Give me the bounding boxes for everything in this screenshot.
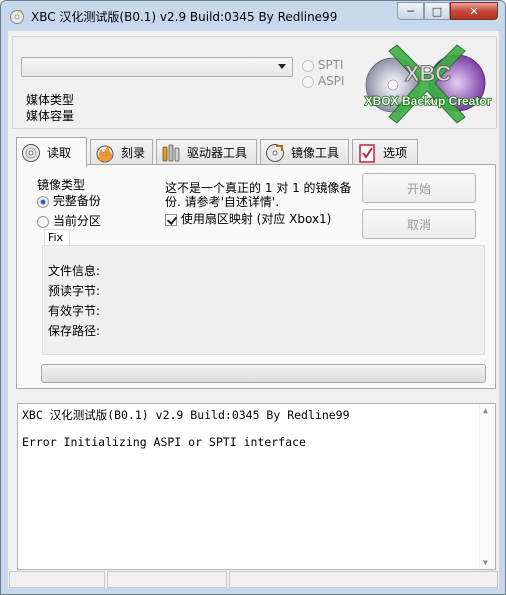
status-segment [107, 571, 227, 588]
image-type-label: 镜像类型 [37, 178, 86, 192]
window-title: XBC 汉化测试版(B0.1) v2.9 Build:0345 By Redli… [31, 10, 338, 24]
drive-select[interactable] [21, 57, 293, 77]
options-checklist-icon [359, 143, 375, 163]
log-line: Error Initializing ASPI or SPTI interfac… [22, 435, 306, 449]
disc-burn-icon [96, 144, 114, 162]
status-bar [8, 569, 499, 588]
tab-burn[interactable]: 刻录 [90, 139, 153, 165]
tab-drive-tools-label: 驱动器工具 [187, 146, 248, 160]
tab-burn-label: 刻录 [121, 146, 146, 160]
save-path-label: 保存路径: [48, 324, 101, 338]
sector-map-check-icon[interactable] [165, 213, 177, 226]
logo-subtitle: XBOX Backup Creator [365, 94, 492, 108]
sector-map-checkbox[interactable]: 使用扇区映射 (对应 Xbox1) [165, 210, 331, 227]
aspi-label: ASPI [317, 74, 345, 88]
preread-bytes-label: 预读字节: [48, 284, 101, 298]
media-type-label: 媒体类型 [26, 93, 75, 107]
drive-tools-icon [162, 144, 180, 161]
fix-tab[interactable]: Fix [44, 229, 70, 245]
scroll-down-icon[interactable]: ▼ [483, 558, 488, 567]
close-icon: ✕ [469, 4, 479, 18]
cancel-button[interactable]: 取消 [362, 209, 476, 239]
valid-bytes-label: 有效字节: [48, 304, 101, 318]
xbc-logo: XBC XBOX Backup Creator [364, 44, 492, 124]
client-area: SPTI ASPI 媒体类型 媒体容量 XBC XBOX Backup Crea… [8, 31, 499, 588]
notice-line-2: 份. 请参考'自述详情'. [165, 195, 280, 209]
full-backup-label: 完整备份 [52, 194, 101, 208]
status-segment [229, 571, 498, 588]
status-segment [9, 571, 105, 588]
start-button[interactable]: 开始 [362, 173, 476, 203]
current-partition-radio-circle[interactable] [37, 215, 49, 228]
log-textbox[interactable]: XBC 汉化测试版(B0.1) v2.9 Build:0345 By Redli… [17, 403, 496, 570]
current-partition-radio[interactable]: 当前分区 [37, 212, 101, 229]
minimize-button[interactable]: ─ [397, 2, 424, 20]
spti-radio-circle[interactable] [302, 59, 314, 72]
tab-read-label: 读取 [47, 146, 72, 160]
read-tab-panel: 镜像类型 完整备份 当前分区 Fix 这不是一个真正的 1 对 1 的镜像备 份… [16, 164, 496, 389]
chevron-down-icon[interactable] [278, 64, 286, 69]
spti-label: SPTI [317, 58, 344, 72]
aspi-radio[interactable]: ASPI [302, 74, 344, 88]
log-line: XBC 汉化测试版(B0.1) v2.9 Build:0345 By Redli… [22, 408, 350, 422]
tab-image-tools-label: 镜像工具 [291, 146, 340, 160]
spti-radio[interactable]: SPTI [302, 58, 344, 72]
file-info-box: 文件信息: 预读字节: 有效字节: 保存路径: [42, 245, 485, 355]
app-icon [10, 9, 24, 24]
tab-strip: 读取 刻录 驱动器工具 镜像工具 选项 [16, 137, 496, 167]
sector-map-label: 使用扇区映射 (对应 Xbox1) [180, 212, 332, 226]
file-info-label: 文件信息: [48, 264, 101, 278]
app-window: XBC 汉化测试版(B0.1) v2.9 Build:0345 By Redli… [0, 0, 506, 595]
image-tools-icon [266, 143, 284, 162]
full-backup-radio[interactable]: 完整备份 [37, 192, 101, 209]
log-scrollbar[interactable]: ▲ ▼ [479, 404, 495, 569]
scroll-up-icon[interactable]: ▲ [483, 406, 488, 415]
tab-drive-tools[interactable]: 驱动器工具 [156, 139, 257, 165]
full-backup-radio-circle[interactable] [37, 195, 49, 208]
aspi-radio-circle[interactable] [302, 75, 314, 88]
maximize-button[interactable]: □ [424, 2, 450, 20]
drive-panel: SPTI ASPI 媒体类型 媒体容量 XBC XBOX Backup Crea… [12, 36, 497, 129]
tab-image-tools[interactable]: 镜像工具 [260, 139, 349, 165]
close-button[interactable]: ✕ [450, 2, 498, 20]
logo-title: XBC [405, 61, 452, 86]
tab-options-label: 选项 [383, 146, 408, 160]
tab-read[interactable]: 读取 [16, 137, 87, 167]
disc-read-icon [22, 143, 40, 162]
title-bar[interactable]: XBC 汉化测试版(B0.1) v2.9 Build:0345 By Redli… [1, 1, 505, 31]
minimize-icon: ─ [407, 4, 414, 18]
current-partition-label: 当前分区 [52, 214, 101, 228]
media-capacity-label: 媒体容量 [26, 109, 75, 123]
progress-bar [41, 364, 486, 383]
tab-options[interactable]: 选项 [352, 139, 418, 165]
maximize-icon: □ [431, 4, 443, 18]
